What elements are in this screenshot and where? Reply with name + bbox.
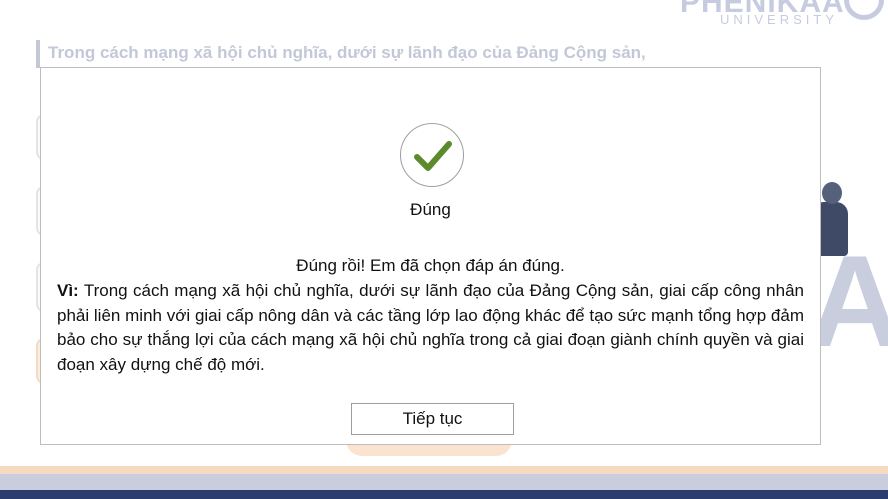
logo-sub-text: UNIVERSITY [720,12,839,27]
footer-stripe-navy [0,490,888,499]
result-title: Đúng [410,200,451,219]
illustration-person-head [822,182,842,204]
continue-button[interactable]: Tiếp tục [351,403,514,435]
explanation-text: Vì: Trong cách mạng xã hội chủ nghĩa, dư… [57,279,804,377]
footer-stripe-orange [0,466,888,474]
question-text: Trong cách mạng xã hội chủ nghĩa, dưới s… [36,40,836,68]
footer-stripe-gray [0,474,888,490]
result-message: Đúng rồi! Em đã chọn đáp án đúng. [296,256,565,275]
university-logo: PHENIKAA UNIVERSITY [676,0,888,28]
explanation-lead: Vì: [57,281,79,300]
explanation-body: Trong cách mạng xã hội chủ nghĩa, dưới s… [57,281,804,374]
check-icon [400,123,464,187]
feedback-dialog: Đúng Đúng rồi! Em đã chọn đáp án đúng. V… [40,67,821,445]
logo-ring-icon [844,0,884,20]
